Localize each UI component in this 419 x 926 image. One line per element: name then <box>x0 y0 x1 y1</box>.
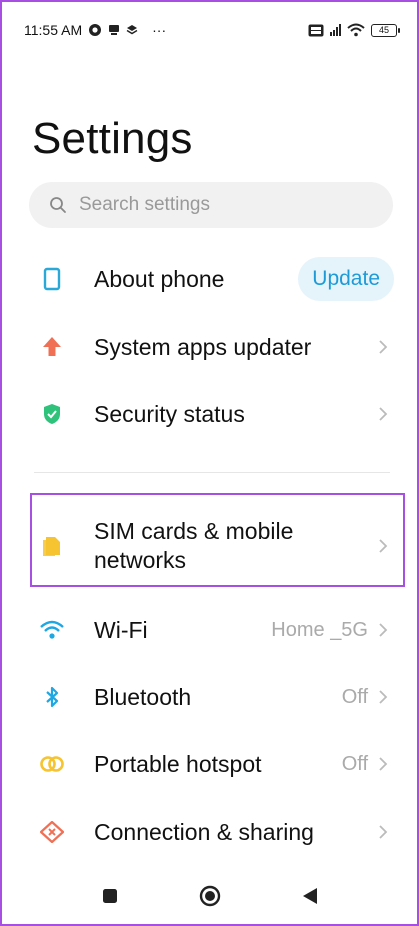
volte-icon <box>308 24 324 36</box>
search-icon <box>50 197 66 213</box>
settings-item-portable-hotspot[interactable]: Portable hotspot Off <box>30 733 392 795</box>
connection-sharing-icon <box>36 816 68 848</box>
bluetooth-value: Off <box>341 685 368 708</box>
record-icon <box>89 24 102 36</box>
page-title: Settings <box>32 114 193 163</box>
chevron-right-icon <box>379 340 388 354</box>
settings-item-connection-sharing[interactable]: Connection & sharing <box>30 801 392 863</box>
status-left: 11:55 AM ··· <box>24 22 166 38</box>
wifi-icon <box>36 614 68 646</box>
hotspot-icon <box>36 748 68 780</box>
recents-button[interactable] <box>99 885 121 907</box>
settings-item-label: Wi-Fi <box>94 616 148 643</box>
selection-highlight <box>30 493 405 587</box>
screen: 11:55 AM ··· 45 Settings Search settings… <box>0 0 419 926</box>
search-placeholder: Search settings <box>79 194 210 215</box>
wifi-status-icon <box>347 23 365 37</box>
settings-item-label: Bluetooth <box>94 683 192 710</box>
search-bar[interactable]: Search settings <box>29 182 393 228</box>
settings-item-bluetooth[interactable]: Bluetooth Off <box>30 666 392 728</box>
recents-icon <box>102 889 117 903</box>
chevron-right-icon <box>379 825 388 839</box>
settings-item-system-apps-updater[interactable]: System apps updater <box>30 316 392 378</box>
chevron-right-icon <box>379 623 388 637</box>
signal-icon <box>330 24 341 36</box>
settings-item-label: About phone <box>94 265 225 292</box>
notification-icon <box>109 25 120 35</box>
home-button[interactable] <box>199 885 221 907</box>
bluetooth-icon <box>36 681 68 713</box>
settings-item-label: Connection & sharing <box>94 818 314 845</box>
back-button[interactable] <box>299 885 321 907</box>
home-icon <box>199 885 220 907</box>
navigation-bar <box>2 868 417 924</box>
chevron-right-icon <box>379 757 388 771</box>
arrow-up-icon <box>36 331 68 363</box>
settings-item-wifi[interactable]: Wi-Fi Home _5G <box>30 599 392 661</box>
status-time: 11:55 AM <box>24 22 83 38</box>
section-divider <box>34 472 390 473</box>
status-overflow: ··· <box>152 22 167 38</box>
back-icon <box>302 888 317 904</box>
layers-icon <box>126 25 138 35</box>
settings-item-about-phone[interactable]: About phone Update <box>30 248 394 310</box>
chevron-right-icon <box>379 690 388 704</box>
update-button[interactable]: Update <box>298 257 394 301</box>
settings-item-label: Security status <box>94 400 245 427</box>
battery-icon: 45 <box>371 23 400 37</box>
status-right: 45 <box>308 23 400 37</box>
phone-outline-icon <box>36 263 68 295</box>
battery-level: 45 <box>378 25 389 35</box>
shield-check-icon <box>36 398 68 430</box>
settings-item-label: System apps updater <box>94 333 312 360</box>
settings-item-security-status[interactable]: Security status <box>30 383 392 445</box>
hotspot-value: Off <box>341 752 368 775</box>
settings-item-label: Portable hotspot <box>94 750 262 777</box>
status-bar: 11:55 AM ··· 45 <box>2 2 417 58</box>
wifi-value: Home _5G <box>271 618 368 641</box>
chevron-right-icon <box>379 407 388 421</box>
